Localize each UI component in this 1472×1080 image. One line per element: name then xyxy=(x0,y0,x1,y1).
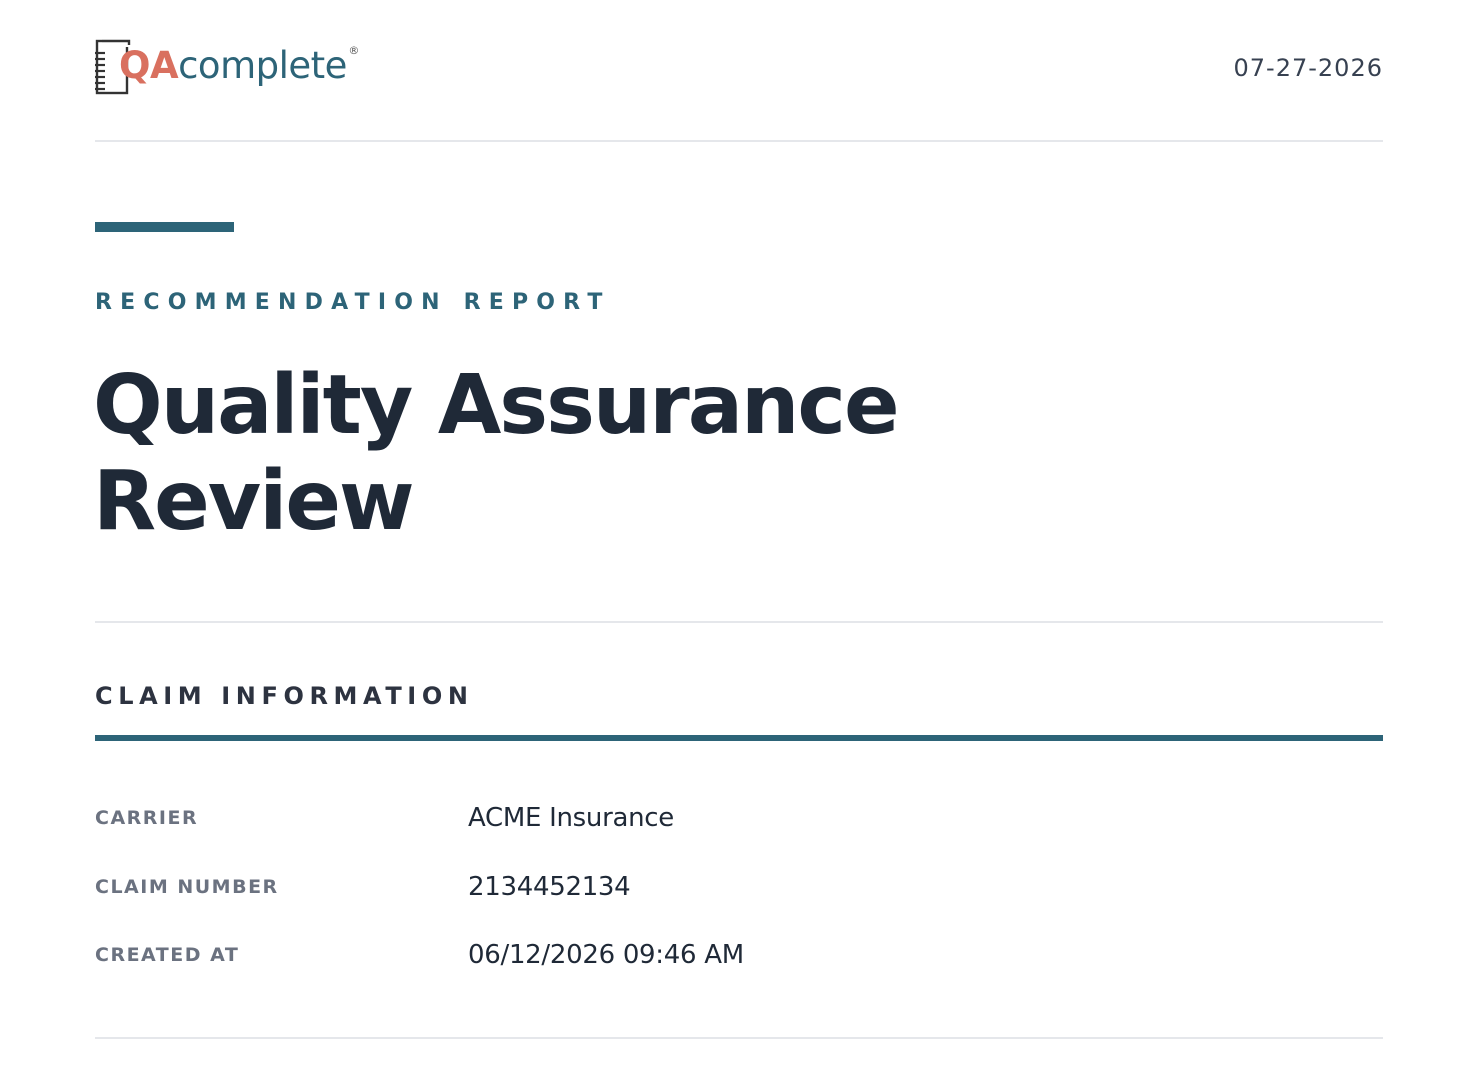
claim-information-rule xyxy=(95,735,1383,741)
report-page: QAcomplete ® 07-27-2026 RECOMMENDATION R… xyxy=(93,0,1383,1080)
footer-divider xyxy=(95,1037,1383,1039)
claim-number-value: 2134452134 xyxy=(468,872,631,902)
carrier-label: CARRIER xyxy=(95,807,199,829)
info-row-created-at: CREATED AT 06/12/2026 09:46 AM xyxy=(95,935,1383,975)
qacomplete-logo: QAcomplete ® xyxy=(95,38,359,98)
registered-mark: ® xyxy=(348,43,359,57)
title-line-2: Review xyxy=(93,454,415,549)
info-row-claim-number: CLAIM NUMBER 2134452134 xyxy=(95,867,1383,907)
header-divider xyxy=(95,140,1383,142)
logo-qa-text: QA xyxy=(119,43,179,87)
page-title: Quality Assurance Review xyxy=(93,358,993,550)
info-row-carrier: CARRIER ACME Insurance xyxy=(95,798,1383,838)
created-at-label: CREATED AT xyxy=(95,944,240,966)
report-eyebrow: RECOMMENDATION REPORT xyxy=(95,290,611,315)
claim-number-label: CLAIM NUMBER xyxy=(95,876,279,898)
logo-wordmark: QAcomplete ® xyxy=(119,43,359,87)
logo-complete-text: complete xyxy=(178,43,347,87)
created-at-value: 06/12/2026 09:46 AM xyxy=(468,940,744,970)
accent-bar xyxy=(95,222,234,232)
claim-information-heading: CLAIM INFORMATION xyxy=(95,682,474,710)
report-date: 07-27-2026 xyxy=(1233,54,1383,82)
carrier-value: ACME Insurance xyxy=(468,803,674,833)
section-divider xyxy=(95,621,1383,623)
title-line-1: Quality Assurance xyxy=(93,358,900,453)
page-header: QAcomplete ® 07-27-2026 xyxy=(95,38,1383,100)
